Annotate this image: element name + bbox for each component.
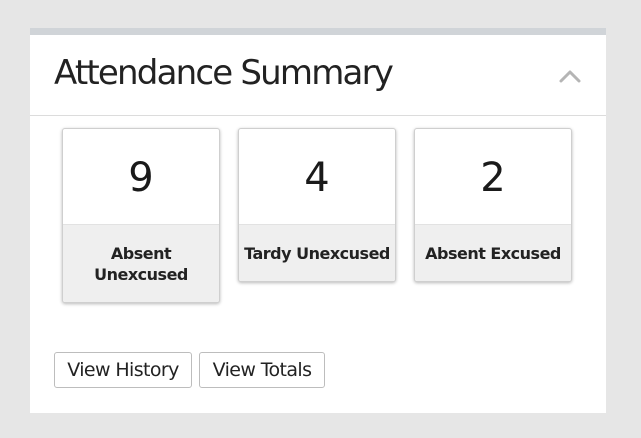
collapse-button[interactable] <box>558 68 582 84</box>
tardy-unexcused-card[interactable]: 4 Tardy Unexcused <box>238 128 396 282</box>
absent-unexcused-card[interactable]: 9 Absent Unexcused <box>62 128 220 303</box>
chevron-up-icon <box>559 70 581 83</box>
absent-unexcused-label: Absent Unexcused <box>63 225 219 302</box>
view-totals-button[interactable]: View Totals <box>199 352 325 388</box>
absent-excused-label: Absent Excused <box>415 225 571 281</box>
tardy-unexcused-count: 4 <box>239 129 395 225</box>
panel-title: Attendance Summary <box>54 53 394 93</box>
absent-excused-card[interactable]: 2 Absent Excused <box>414 128 572 282</box>
tardy-unexcused-label: Tardy Unexcused <box>239 225 395 281</box>
absent-excused-count: 2 <box>415 129 571 225</box>
absent-unexcused-count: 9 <box>63 129 219 225</box>
panel-header: Attendance Summary <box>30 35 606 116</box>
view-history-button[interactable]: View History <box>54 352 192 388</box>
